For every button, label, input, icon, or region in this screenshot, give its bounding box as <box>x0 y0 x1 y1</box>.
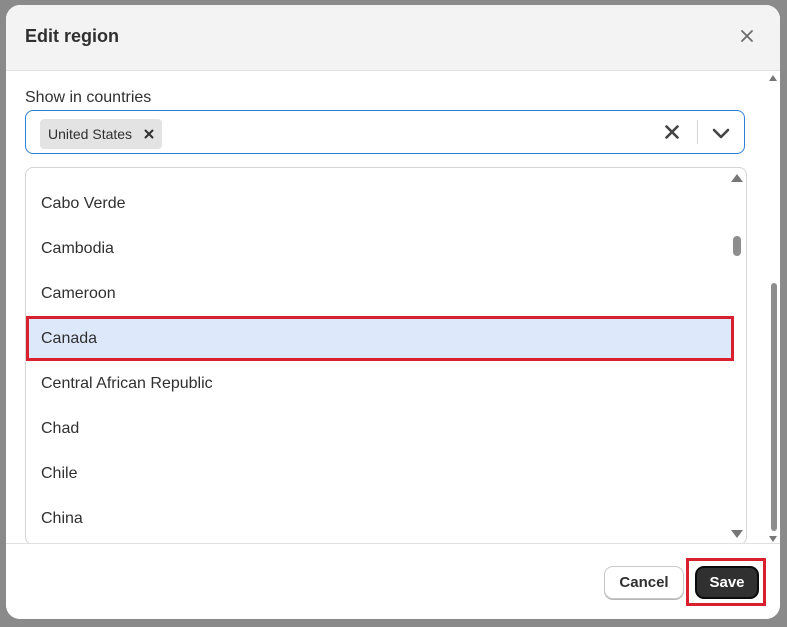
country-chip: United States <box>40 119 163 149</box>
close-icon[interactable] <box>738 27 756 45</box>
cancel-button[interactable]: Cancel <box>604 566 684 599</box>
combobox-divider <box>697 120 698 144</box>
list-item[interactable]: Chile <box>26 451 734 496</box>
modal-scroll-down-arrow-icon[interactable] <box>769 536 777 542</box>
countries-listbox[interactable]: Cabo Verde Cambodia Cameroon Canada Cent… <box>25 167 747 543</box>
listbox-scrollbar-thumb[interactable] <box>733 236 741 256</box>
scroll-up-arrow-icon[interactable] <box>731 174 743 182</box>
list-item[interactable]: China <box>26 496 734 541</box>
list-item[interactable]: Chad <box>26 406 734 451</box>
chevron-down-icon[interactable] <box>710 122 732 144</box>
list-item[interactable]: Central African Republic <box>26 361 734 406</box>
modal-footer: Cancel Save <box>6 543 780 619</box>
remove-chip-icon[interactable] <box>144 127 154 142</box>
countries-combobox[interactable]: United States <box>25 110 745 154</box>
modal-scroll-up-arrow-icon[interactable] <box>769 75 777 81</box>
list-item[interactable]: Cambodia <box>26 226 734 271</box>
modal-header: Edit region <box>6 5 780 71</box>
chip-label: United States <box>48 126 133 142</box>
countries-field-label: Show in countries <box>25 89 152 106</box>
modal-scrollbar-thumb[interactable] <box>771 283 777 531</box>
modal-title: Edit region <box>25 26 119 46</box>
save-button[interactable]: Save <box>695 566 759 599</box>
list-item[interactable]: Cameroon <box>26 271 734 316</box>
list-item[interactable]: Cabo Verde <box>26 181 734 226</box>
clear-icon[interactable] <box>660 120 684 144</box>
scroll-down-arrow-icon[interactable] <box>731 530 743 538</box>
list-item-selected[interactable]: Canada <box>26 316 734 361</box>
modal-body: Show in countries United States Cabo Ver… <box>6 71 780 543</box>
edit-region-modal: Edit region Show in countries United Sta… <box>6 5 780 619</box>
